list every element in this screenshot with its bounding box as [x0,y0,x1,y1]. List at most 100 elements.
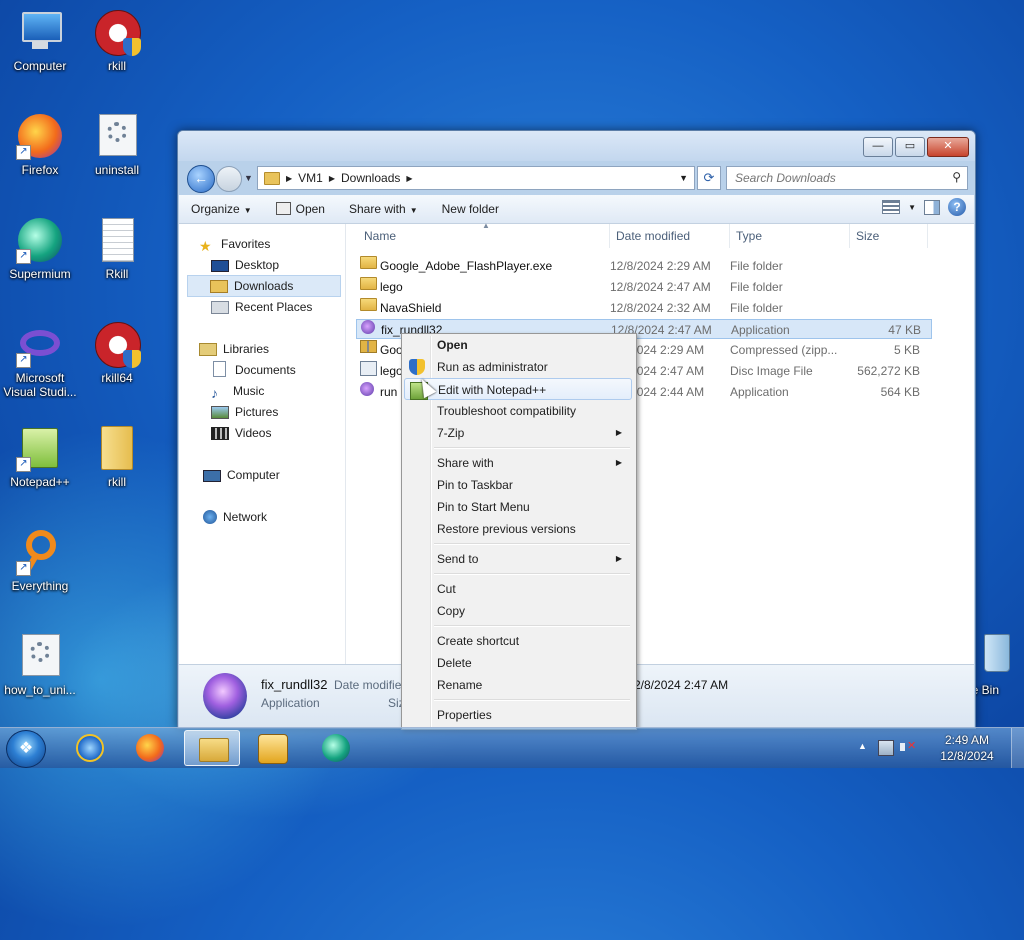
chevron-down-icon[interactable]: ▼ [908,203,916,212]
chevron-down-icon: ▼ [409,206,418,215]
show-desktop-button[interactable] [1011,728,1024,768]
file-row[interactable]: lego 12/8/2024 2:47 AM File folder [356,277,932,297]
menu-item-delete[interactable]: Delete [404,652,632,674]
column-type[interactable]: Type [730,224,850,248]
maximize-button[interactable]: ▭ [895,137,925,157]
desktop-icon-computer[interactable]: Computer [0,8,80,73]
menu-item-create-shortcut[interactable]: Create shortcut [404,630,632,652]
taskbar-internet-explorer[interactable] [62,730,118,766]
search-icon[interactable]: ⚲ [952,170,961,184]
menu-label: Create shortcut [437,634,520,648]
desktop-icon-visual-studio[interactable]: ↗ Microsoft Visual Studi... [0,320,80,399]
close-button[interactable]: ✕ [927,137,969,157]
change-view-icon[interactable] [882,200,901,214]
address-dropdown-icon[interactable]: ▼ [679,173,688,183]
new-folder-button[interactable]: New folder [430,195,511,223]
file-size: 47 KB [888,323,921,337]
preview-pane-icon[interactable] [924,199,940,215]
address-bar[interactable]: ▶ VM1 ▶ Downloads ▶ ▼ [257,166,695,190]
notepadpp-icon: ↗ [16,424,64,472]
nav-label: Computer [227,468,280,482]
title-bar[interactable]: — ▭ ✕ [178,131,975,161]
menu-item-open[interactable]: Open [404,334,632,356]
file-row[interactable]: NavaShield 12/8/2024 2:32 AM File folder [356,298,932,318]
search-input[interactable] [733,167,937,189]
text-file-icon [93,216,141,264]
menu-item-7zip[interactable]: 7-Zip ▶ [404,422,632,444]
application-icon [203,673,247,719]
nav-documents[interactable]: Documents [211,360,296,380]
menu-item-run-as-administrator[interactable]: Run as administrator [404,356,632,378]
start-button[interactable]: ❖ [6,730,46,768]
nav-pictures[interactable]: Pictures [211,402,278,422]
desktop-icon-firefox[interactable]: ↗ Firefox [0,112,80,177]
nav-desktop[interactable]: Desktop [211,255,279,275]
application-icon [361,320,375,334]
refresh-button[interactable]: ⟳ [697,166,721,190]
desktop-icon-rkill-folder[interactable]: rkill [77,424,157,489]
file-row[interactable]: Google_Adobe_FlashPlayer.exe 12/8/2024 2… [356,256,932,276]
minimize-button[interactable]: — [863,137,893,157]
help-icon[interactable]: ? [948,198,966,216]
nav-recent-places[interactable]: Recent Places [211,297,312,317]
desktop-icon-label: rkill [108,475,126,489]
desktop-icon-uninstall[interactable]: uninstall [77,112,157,177]
nav-computer[interactable]: Computer [203,465,280,485]
menu-item-properties[interactable]: Properties [404,704,632,726]
menu-item-restore-previous-versions[interactable]: Restore previous versions [404,518,632,540]
desktop-icon-rkill-txt[interactable]: Rkill [77,216,157,281]
taskbar-firefox[interactable] [122,730,178,766]
nav-music[interactable]: ♪ Music [211,381,264,401]
uac-shield-icon [409,359,425,375]
breadcrumb-arrow-icon[interactable]: ▶ [406,174,412,183]
menu-item-pin-to-taskbar[interactable]: Pin to Taskbar [404,474,632,496]
recent-pages-dropdown[interactable]: ▼ [244,173,253,183]
search-box[interactable]: ⚲ [726,166,968,190]
breadcrumb-downloads[interactable]: Downloads [335,171,406,185]
nav-network[interactable]: Network [203,507,267,527]
desktop-icon-rkill[interactable]: rkill [77,8,157,73]
share-with-button[interactable]: Share with ▼ [337,195,430,223]
file-type: Compressed (zipp... [730,343,838,357]
open-button[interactable]: Open [264,195,337,223]
file-name: lego [380,280,403,294]
settings-file-icon [16,632,64,680]
desktop-icon [211,260,229,272]
nav-downloads[interactable]: Downloads [187,275,341,297]
organize-button[interactable]: Organize ▼ [179,195,264,223]
network-status-icon[interactable] [878,740,894,756]
menu-item-rename[interactable]: Rename [404,674,632,696]
menu-item-send-to[interactable]: Send to ▶ [404,548,632,570]
taskbar-supermium[interactable] [308,730,364,766]
media-player-icon [258,734,288,764]
menu-item-troubleshoot-compatibility[interactable]: Troubleshoot compatibility [404,400,632,422]
desktop-icon-label: Firefox [21,163,59,177]
clock[interactable]: 2:49 AM 12/8/2024 [932,732,1002,764]
desktop-icon-supermium[interactable]: ↗ Supermium [0,216,80,281]
nav-label: Recent Places [235,300,313,314]
breadcrumb-vm1[interactable]: VM1 [292,171,329,185]
volume-muted-icon[interactable] [900,739,916,754]
menu-item-share-with[interactable]: Share with ▶ [404,452,632,474]
menu-item-cut[interactable]: Cut [404,578,632,600]
details-date-label: Date modifie [334,678,402,692]
forward-button[interactable] [216,166,242,192]
desktop-icon-how-to-uninstall[interactable]: how_to_uni... [0,632,80,697]
menu-item-pin-to-start-menu[interactable]: Pin to Start Menu [404,496,632,518]
menu-item-copy[interactable]: Copy [404,600,632,622]
show-hidden-icons-icon[interactable]: ▲ [858,741,867,751]
menu-separator [434,573,630,575]
desktop-icon-everything[interactable]: ↗ Everything [0,528,80,593]
back-button[interactable]: ← [187,165,215,193]
nav-favorites[interactable]: ★ Favorites [199,234,270,254]
rkill-icon [93,8,141,56]
column-size[interactable]: Size [850,224,928,248]
desktop-icon-notepadpp[interactable]: ↗ Notepad++ [0,424,80,489]
taskbar-media-player[interactable] [244,730,300,766]
taskbar-file-explorer[interactable] [184,730,240,766]
nav-videos[interactable]: Videos [211,423,271,443]
menu-item-edit-with-notepadpp[interactable]: Edit with Notepad++ [404,378,632,400]
desktop-icon-rkill64[interactable]: rkill64 [77,320,157,385]
column-date-modified[interactable]: Date modified [610,224,730,248]
nav-libraries[interactable]: Libraries [199,339,269,359]
